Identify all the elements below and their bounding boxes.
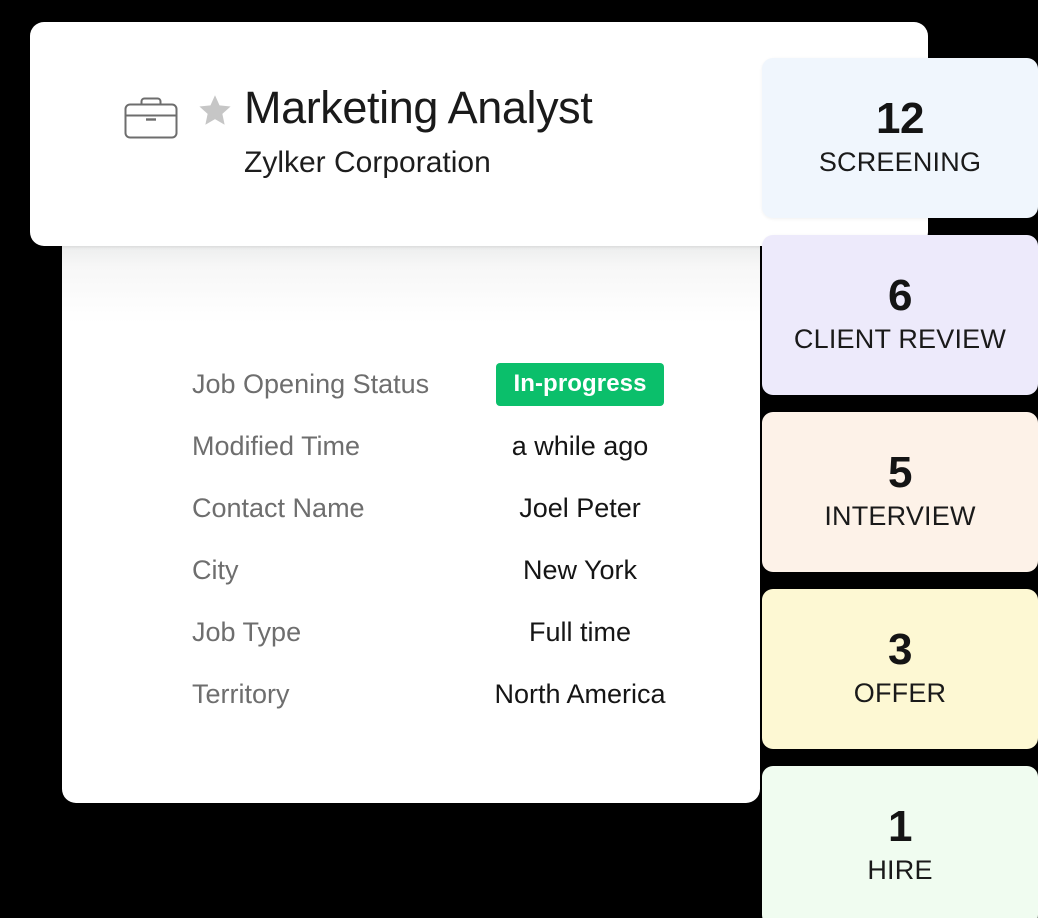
detail-value: In-progress — [424, 362, 760, 406]
detail-label: Modified Time — [192, 430, 361, 461]
record-title-block: Marketing Analyst Zylker Corporation — [198, 82, 593, 179]
detail-value: Joel Peter — [519, 492, 641, 523]
detail-row: Territory North America — [192, 663, 760, 725]
detail-row: City New York — [192, 539, 760, 601]
detail-label: City — [192, 554, 239, 585]
pipeline-stage-count: 12 — [876, 94, 924, 144]
briefcase-icon — [122, 94, 180, 142]
pipeline-stage-card[interactable]: 5 INTERVIEW — [762, 412, 1038, 572]
detail-row: Modified Time a while ago — [192, 415, 760, 477]
detail-value: North America — [494, 678, 666, 709]
pipeline-stage-label: HIRE — [867, 855, 933, 886]
detail-value: New York — [522, 554, 638, 585]
detail-row: Contact Name Joel Peter — [192, 477, 760, 539]
pipeline-stage-label: OFFER — [853, 678, 947, 709]
record-details-panel: Job Opening Status In-progress Modified Ti… — [62, 245, 760, 803]
pipeline-stage-count: 6 — [888, 271, 912, 321]
detail-row: Job Type Full time — [192, 601, 760, 663]
pipeline-stage-card[interactable]: 6 CLIENT REVIEW — [762, 235, 1038, 395]
detail-row: Job Opening Status In-progress — [192, 353, 760, 415]
page-root: Job Opening Status In-progress Modified Ti… — [0, 0, 1038, 918]
record-title-row: Marketing Analyst — [198, 82, 593, 133]
detail-value: a while ago — [511, 430, 649, 461]
detail-label: Job Opening Status — [192, 368, 430, 399]
status-badge[interactable]: In-progress — [496, 362, 664, 406]
record-subtitle: Zylker Corporation — [244, 145, 491, 179]
pipeline-stage-count: 5 — [888, 448, 912, 498]
pipeline-stage-card[interactable]: 3 OFFER — [762, 589, 1038, 749]
pipeline-stage-label: CLIENT REVIEW — [793, 324, 1007, 355]
star-icon[interactable] — [198, 93, 232, 127]
pipeline-stage-count: 3 — [888, 625, 912, 675]
detail-label: Territory — [192, 678, 290, 709]
pipeline-stage-list: 12 SCREENING 6 CLIENT REVIEW 5 INTERVIEW 3 OFFE… — [762, 58, 1038, 918]
pipeline-stage-label: SCREENING — [818, 147, 982, 178]
pipeline-stage-card[interactable]: 1 HIRE — [762, 766, 1038, 918]
pipeline-stage-card[interactable]: 12 SCREENING — [762, 58, 1038, 218]
record-header-content: Marketing Analyst Zylker Corporation — [122, 82, 593, 179]
pipeline-stage-count: 1 — [888, 802, 912, 852]
detail-value: Full time — [528, 616, 631, 647]
detail-field-list: Job Opening Status In-progress Modified Ti… — [192, 353, 760, 725]
pipeline-stage-label: INTERVIEW — [824, 501, 976, 532]
detail-label: Contact Name — [192, 492, 365, 523]
detail-label: Job Type — [192, 616, 302, 647]
page-title: Marketing Analyst — [244, 82, 593, 133]
